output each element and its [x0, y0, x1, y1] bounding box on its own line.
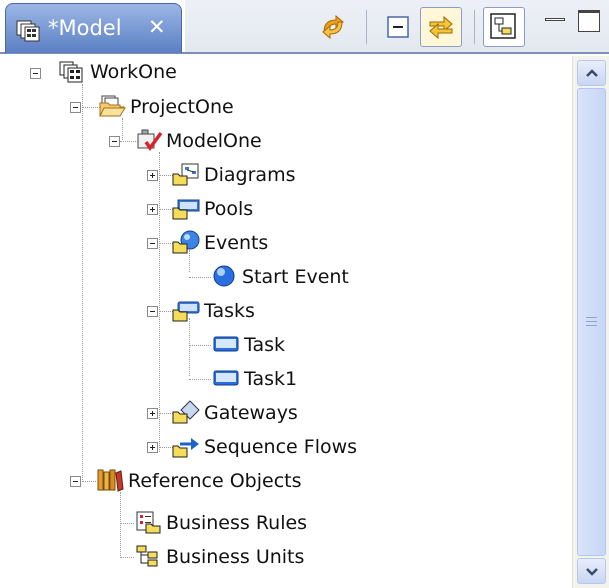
events-folder-icon — [172, 230, 200, 254]
chevron-up-icon — [586, 69, 598, 77]
tree-item-gateways[interactable]: Gateways — [204, 402, 298, 424]
reference-objects-icon — [97, 469, 124, 492]
tree-item-workone[interactable]: WorkOne — [90, 61, 177, 83]
sequence-flows-folder-icon — [172, 438, 199, 458]
expander-tasks[interactable] — [147, 306, 158, 317]
model-explorer-view: *Model ✕ WorkOne ProjectOne ModelOne Dia… — [0, 0, 609, 588]
tree-item-business-rules[interactable]: Business Rules — [166, 512, 307, 534]
tasks-folder-icon — [172, 301, 200, 322]
tree-item-projectone[interactable]: ProjectOne — [130, 96, 234, 118]
show-hierarchy-icon — [490, 13, 516, 39]
maximize-icon[interactable] — [578, 10, 600, 32]
tab-model[interactable]: *Model ✕ — [5, 3, 182, 53]
project-folder-icon — [99, 95, 126, 117]
link-with-editor-icon — [429, 15, 453, 40]
expander-sequence-flows[interactable] — [147, 442, 158, 453]
tree-item-start-event[interactable]: Start Event — [242, 266, 349, 288]
tree-item-task1[interactable]: Task1 — [244, 368, 297, 390]
tree-item-sequence-flows[interactable]: Sequence Flows — [204, 436, 357, 458]
workspace-icon — [59, 61, 83, 83]
show-hierarchy-button[interactable] — [483, 7, 525, 47]
expander-modelone[interactable] — [109, 136, 120, 147]
gateways-folder-icon — [172, 400, 200, 424]
scroll-up-button[interactable] — [577, 60, 606, 86]
task-icon — [213, 370, 239, 386]
scrollbar-thumb[interactable] — [577, 88, 606, 556]
model-check-icon — [137, 129, 163, 152]
expander-gateways[interactable] — [147, 408, 158, 419]
expander-events[interactable] — [147, 238, 158, 249]
business-rules-icon — [136, 511, 161, 534]
task-icon — [213, 336, 239, 352]
model-tree: WorkOne ProjectOne ModelOne Diagrams Poo… — [12, 56, 572, 588]
close-icon[interactable]: ✕ — [148, 15, 166, 39]
view-header: *Model ✕ — [0, 0, 609, 54]
sync-icon[interactable] — [318, 12, 348, 42]
expander-projectone[interactable] — [70, 102, 81, 113]
expander-workone[interactable] — [30, 68, 41, 79]
expander-reference-objects[interactable] — [70, 476, 81, 487]
pools-folder-icon — [172, 199, 200, 220]
expander-diagrams[interactable] — [147, 170, 158, 181]
tree-item-modelone[interactable]: ModelOne — [166, 130, 262, 152]
toolbar-separator — [366, 10, 367, 44]
tree-item-diagrams[interactable]: Diagrams — [204, 164, 295, 186]
tree-item-business-units[interactable]: Business Units — [166, 546, 304, 568]
tree-item-pools[interactable]: Pools — [204, 198, 253, 220]
tree-item-task[interactable]: Task — [244, 334, 285, 356]
model-icon — [16, 20, 40, 42]
chevron-down-icon — [586, 568, 598, 576]
tree-item-reference-objects[interactable]: Reference Objects — [128, 470, 302, 492]
vertical-scrollbar[interactable] — [572, 56, 609, 588]
tree-item-events[interactable]: Events — [204, 232, 268, 254]
toolbar-separator — [474, 10, 475, 44]
diagram-folder-icon — [172, 163, 199, 186]
tree-item-tasks[interactable]: Tasks — [204, 300, 255, 322]
collapse-all-icon[interactable] — [386, 15, 412, 41]
start-event-icon — [213, 265, 235, 287]
scroll-down-button[interactable] — [577, 558, 606, 584]
minimize-icon[interactable] — [544, 14, 566, 36]
business-units-icon — [136, 545, 158, 567]
expander-pools[interactable] — [147, 204, 158, 215]
link-with-editor-button[interactable] — [420, 7, 462, 47]
tab-title: *Model — [48, 16, 122, 40]
